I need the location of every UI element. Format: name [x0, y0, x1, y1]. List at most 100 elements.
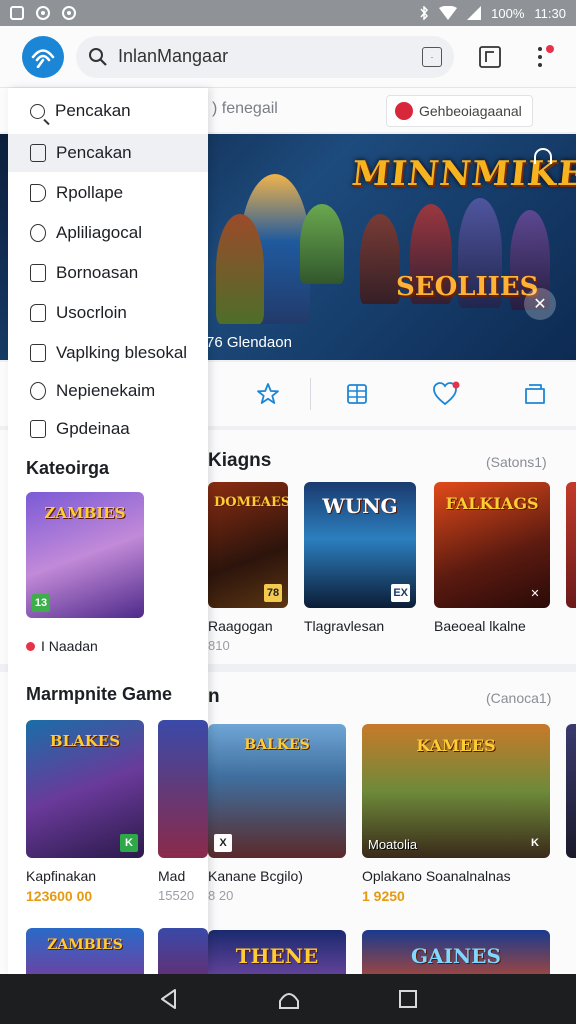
game-card[interactable]: Mad 15520: [158, 720, 208, 903]
thumbnail-title: FALKIAGS: [445, 494, 539, 513]
search-query[interactable]: InlanMangaar: [118, 46, 412, 67]
game-card-partial[interactable]: [158, 928, 208, 974]
game-thumbnail: [158, 720, 208, 858]
grid-icon: [30, 344, 46, 362]
game-meta: 8 20: [208, 888, 234, 903]
cloud-icon: [30, 382, 46, 400]
drawer-item-8[interactable]: Gpdeinaa: [8, 410, 208, 448]
wifi-icon: [439, 6, 458, 20]
share-icon: [479, 45, 501, 68]
notification-dot: [546, 44, 554, 53]
drawer-item-7[interactable]: Nepienekaim: [8, 372, 208, 410]
game-card[interactable]: BLAKES K Kapfinakan 123600 00: [26, 720, 144, 904]
drawer-item-5[interactable]: Usocrloin: [8, 294, 208, 332]
section-count: (Canoca1): [486, 690, 552, 706]
game-card[interactable]: THENE: [208, 930, 346, 974]
hero-caption: 76 Glendaon: [206, 334, 292, 351]
game-name: Tlagravlesan: [304, 618, 385, 634]
hero-caption-prefix: 76: [206, 334, 223, 351]
game-thumbnail: KAMEES Moatolia K: [362, 724, 550, 858]
recents-icon[interactable]: [398, 989, 418, 1009]
drawer-item-1[interactable]: Pencakan: [8, 134, 208, 172]
square-icon: [30, 144, 46, 162]
section-title: Kiagns: [208, 450, 272, 471]
game-thumbnail: THENE: [208, 930, 346, 974]
game-card[interactable]: WUNG EX Tlagravlesan: [304, 482, 416, 634]
game-card-partial[interactable]: [566, 482, 576, 608]
building-icon: [30, 264, 46, 282]
drawer-item-label: Nepienekaim: [56, 381, 156, 400]
app-bar: InlanMangaar ·: [0, 26, 576, 88]
settings-icon: [30, 420, 46, 438]
game-meta: 1 9250: [362, 888, 405, 904]
game-price: 123600 00: [26, 888, 93, 904]
thumbnail-title: ZAMBIES: [44, 504, 126, 522]
chip-icon: [395, 102, 413, 120]
back-icon[interactable]: [158, 988, 180, 1010]
game-card[interactable]: KAMEES Moatolia K Oplakano Soanalnalnas …: [362, 724, 550, 904]
drawer-item-2[interactable]: Rpollape: [8, 174, 208, 212]
game-name: Baeoeal lkalne: [434, 618, 526, 634]
game-card[interactable]: BALKES X Kanane Bcgilo) 8 20: [208, 724, 346, 903]
thumbnail-title: DOMEAES: [214, 495, 288, 510]
record-icon-2: [62, 6, 76, 20]
drawer-item-3[interactable]: Apliliagocal: [8, 214, 208, 252]
document-icon: [30, 304, 46, 322]
drawer-item-search[interactable]: Pencakan: [8, 92, 208, 130]
filter-chip[interactable]: Gehbeoiagaanal: [386, 95, 533, 127]
hero-subtitle: SEOLIIES: [396, 272, 539, 302]
search-icon: [89, 47, 107, 66]
hero-character-4: [360, 214, 400, 304]
sub-tab-label: fenegail: [221, 100, 278, 117]
thumbnail-title: WUNG: [322, 494, 398, 518]
list-icon[interactable]: [343, 380, 371, 408]
heart-icon[interactable]: [432, 380, 460, 408]
drawer-item-label: Vaplking blesokal: [56, 343, 188, 362]
status-bar: 100% 11:30: [0, 0, 576, 26]
sub-tab[interactable]: ) fenegail: [212, 100, 278, 118]
game-card[interactable]: GAINES: [362, 930, 550, 974]
thumbnail-badge: EX: [391, 584, 410, 602]
section-heading: Marmpnite Game: [26, 684, 173, 704]
headphones-icon[interactable]: [534, 148, 552, 164]
folder-icon[interactable]: [521, 380, 549, 408]
battery-text: 100%: [491, 5, 525, 21]
search-bar[interactable]: InlanMangaar ·: [76, 35, 454, 78]
record-icon: [36, 6, 50, 20]
user-icon: [30, 224, 46, 242]
game-thumbnail: GAINES: [362, 930, 550, 974]
app-logo-icon[interactable]: [22, 35, 64, 78]
drawer-item-6[interactable]: Vaplking blesokal: [8, 334, 208, 372]
navigation-drawer: Pencakan Pencakan Rpollape Apliliagocal …: [8, 88, 208, 974]
more-menu-button[interactable]: [534, 42, 554, 72]
category-caption-text: I Naadan: [41, 638, 98, 654]
game-card[interactable]: DOMEAES 78 Raagogan 810: [208, 482, 288, 653]
game-thumbnail: [566, 724, 576, 858]
drawer-item-label: Pencakan: [55, 101, 131, 120]
category-card[interactable]: ZAMBIES 13 I Naadan: [26, 492, 144, 654]
screen: 100% 11:30 InlanMangaar · ) fenegail Geh…: [0, 0, 576, 1024]
game-card[interactable]: FALKIAGS ✕ Baeoeal lkalne: [434, 482, 550, 634]
close-icon[interactable]: ✕: [524, 288, 556, 320]
game-card-partial[interactable]: [566, 724, 576, 858]
qr-scan-icon[interactable]: ·: [422, 46, 442, 67]
thumbnail-title: BLAKES: [49, 732, 121, 750]
hero-caption-text: Glendaon: [226, 334, 292, 351]
hero-character-3: [300, 204, 344, 284]
chip-label: Gehbeoiagaanal: [419, 103, 522, 119]
drawer-item-label: Usocrloin: [56, 303, 127, 322]
thumbnail-badge: 13: [32, 594, 50, 612]
game-name: Raagogan: [208, 618, 273, 634]
drawer-item-4[interactable]: Bornoasan: [8, 254, 208, 292]
drawer-item-label: Bornoasan: [56, 263, 139, 282]
star-icon[interactable]: [254, 380, 282, 408]
hero-character-2: [216, 214, 264, 324]
game-thumbnail: ZAMBIES: [26, 928, 144, 974]
signal-icon: [467, 6, 482, 20]
category-heading: Kateoirga: [26, 458, 110, 478]
home-icon[interactable]: [277, 987, 301, 1011]
thumbnail-badge: K: [531, 837, 539, 849]
share-button[interactable]: [476, 43, 504, 71]
section-title: n: [208, 686, 220, 707]
game-card[interactable]: ZAMBIES: [26, 928, 144, 974]
